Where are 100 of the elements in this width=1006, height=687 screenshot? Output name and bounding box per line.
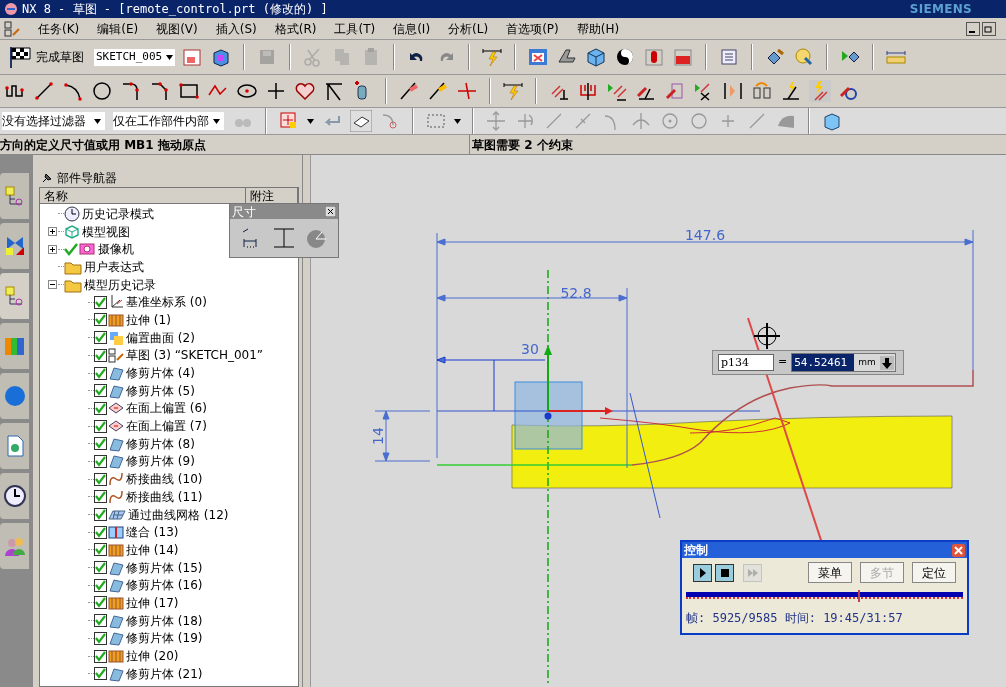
checkbox[interactable]	[94, 366, 107, 380]
line-icon[interactable]	[33, 80, 55, 102]
stop-button[interactable]	[715, 563, 734, 582]
tree-item-label[interactable]: 用户表达式	[84, 257, 144, 276]
clock-icon[interactable]	[2, 484, 27, 508]
close-icon[interactable]	[325, 206, 336, 217]
dialog-button[interactable]: 菜单	[808, 562, 852, 583]
eraser-icon[interactable]	[350, 110, 372, 132]
checkmark-icon[interactable]	[64, 242, 78, 257]
menu-item[interactable]: 帮助(H)	[576, 19, 620, 38]
dimension-value[interactable]: 147.6	[684, 227, 726, 243]
tree-item-label[interactable]: 修剪片体 (18)	[126, 611, 203, 630]
selection-scope-dropdown[interactable]: 仅在工作部件内部	[113, 112, 224, 130]
filled-box-icon[interactable]	[672, 46, 695, 68]
pin-icon[interactable]	[41, 172, 53, 184]
checkbox[interactable]	[94, 508, 107, 522]
checkbox[interactable]	[94, 472, 107, 486]
column-header[interactable]: 附注	[246, 188, 298, 204]
shaded-cube-icon[interactable]	[821, 110, 843, 132]
dropdown-caret-icon[interactable]	[307, 118, 314, 124]
fit-view-icon[interactable]	[527, 46, 550, 68]
checkbox[interactable]	[94, 401, 107, 415]
arc-icon[interactable]	[62, 80, 84, 102]
make-corner-icon[interactable]	[456, 80, 478, 102]
checkbox[interactable]	[94, 295, 107, 309]
screwdriver-frame-icon[interactable]	[664, 80, 686, 102]
play-button[interactable]	[693, 563, 712, 582]
tree-item-label[interactable]: 在面上偏置 (6)	[126, 399, 207, 418]
fixed-constraint-icon[interactable]	[577, 80, 599, 102]
tree-item-label[interactable]: 基准坐标系 (0)	[126, 293, 207, 312]
minimize-icon[interactable]	[966, 21, 980, 36]
menu-item[interactable]: 格式(R)	[274, 19, 317, 38]
info-icon[interactable]	[2, 384, 27, 408]
shaded-cube-icon[interactable]	[585, 46, 608, 68]
checkbox[interactable]	[94, 667, 107, 681]
tree-item-label[interactable]: 草图 (3) “SKETCH_001”	[126, 346, 264, 365]
dropdown-caret-icon[interactable]	[213, 118, 220, 124]
point-icon[interactable]	[265, 80, 287, 102]
tree-item-label[interactable]: 修剪片体 (9)	[126, 452, 195, 471]
timeline-marker[interactable]	[857, 590, 860, 602]
tree-item-label[interactable]: 模型视图	[82, 222, 130, 241]
expand-icon[interactable]	[47, 244, 57, 254]
tree-item-label[interactable]: 修剪片体 (15)	[126, 558, 203, 577]
sketch-frame-icon[interactable]	[181, 46, 204, 68]
trim-corner-icon[interactable]	[323, 80, 345, 102]
checkbox[interactable]	[94, 578, 107, 592]
tree-item-label[interactable]: 偏置曲面 (2)	[126, 328, 195, 347]
sketch-name-dropdown[interactable]: SKETCH_005	[94, 48, 176, 66]
checkbox[interactable]	[94, 525, 107, 539]
lightning-dimension-icon[interactable]	[481, 46, 504, 68]
menu-item[interactable]: 编辑(E)	[97, 19, 139, 38]
tree-item-label[interactable]: 通过曲线网格 (12)	[128, 505, 229, 524]
checkbox[interactable]	[94, 596, 107, 610]
checkbox[interactable]	[94, 543, 107, 557]
timeline-track[interactable]	[686, 592, 963, 601]
fillet-icon[interactable]	[120, 80, 142, 102]
tree-item-label[interactable]: 修剪片体 (16)	[126, 576, 203, 595]
checkbox[interactable]	[94, 313, 107, 327]
checkbox[interactable]	[94, 649, 107, 663]
checkbox[interactable]	[94, 490, 107, 504]
checkbox[interactable]	[94, 614, 107, 628]
finish-sketch-button[interactable]: 完成草图	[4, 45, 88, 69]
checkbox[interactable]	[94, 437, 107, 451]
tree-item-label[interactable]: 历史记录模式	[82, 204, 154, 223]
auto-dimension-icon[interactable]	[502, 80, 524, 102]
quick-extend-icon[interactable]	[427, 80, 449, 102]
dropdown-caret-icon[interactable]	[454, 118, 461, 124]
checkbox[interactable]	[94, 348, 107, 362]
tree-item-label[interactable]: 修剪片体 (19)	[126, 629, 203, 648]
cylinder-in-box-icon[interactable]	[643, 46, 666, 68]
checkbox[interactable]	[94, 631, 107, 645]
tree-item-label[interactable]: 模型历史记录	[84, 275, 156, 294]
tree-item-label[interactable]: 桥接曲线 (10)	[126, 470, 203, 489]
circle-icon[interactable]	[91, 80, 113, 102]
tree-item-label[interactable]: 拉伸 (14)	[126, 540, 179, 559]
tree-item-label[interactable]: 拉伸 (1)	[126, 310, 171, 329]
menu-item[interactable]: 首选项(P)	[506, 19, 559, 38]
dimension-value[interactable]: 14	[370, 427, 386, 445]
tree-item-label[interactable]: 桥接曲线 (11)	[126, 487, 203, 506]
reference-dimension-icon[interactable]	[271, 227, 297, 249]
quick-trim-icon[interactable]	[398, 80, 420, 102]
tree-item-label[interactable]: 拉伸 (17)	[126, 593, 179, 612]
dimension-value[interactable]: 52.8	[560, 285, 592, 301]
menu-item[interactable]: 信息(I)	[393, 19, 431, 38]
column-header[interactable]: 名称	[40, 188, 246, 204]
tree-item-label[interactable]: 拉伸 (20)	[126, 647, 179, 666]
checkbox[interactable]	[94, 419, 107, 433]
rectangle-icon[interactable]	[178, 80, 200, 102]
checkbox[interactable]	[94, 561, 107, 575]
dropdown-caret-icon[interactable]	[166, 54, 174, 60]
tree-item-label[interactable]: 修剪片体 (8)	[126, 434, 195, 453]
collapse-icon[interactable]	[47, 280, 57, 290]
tree-item-label[interactable]: 在面上偏置 (7)	[126, 417, 207, 436]
lightning-parallel-icon[interactable]	[809, 80, 831, 102]
checkbox[interactable]	[94, 331, 107, 345]
checkbox[interactable]	[94, 384, 107, 398]
checkbox[interactable]	[94, 454, 107, 468]
heart-shape-icon[interactable]	[294, 80, 316, 102]
menu-item[interactable]: 工具(T)	[334, 19, 376, 38]
mirror-icon[interactable]	[722, 80, 744, 102]
